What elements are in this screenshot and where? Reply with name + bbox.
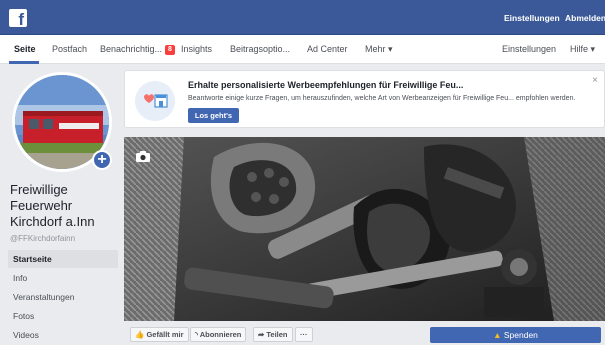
add-profile-picture-icon[interactable]: + [92,150,112,170]
tab-insights[interactable]: Insights [181,44,212,54]
sidebar-item-home[interactable]: Startseite [8,250,118,268]
share-arrow-icon: ➦ [258,330,265,339]
promo-title: Erhalte personalisierte Werbeempfehlunge… [188,80,464,90]
share-button[interactable]: ➦ Teilen [253,327,293,342]
like-label: Gefällt mir [146,330,184,339]
tab-help[interactable]: Hilfe ▾ [570,44,595,55]
subscribe-button[interactable]: ◝ Abonnieren [190,327,247,342]
donate-button[interactable]: ▲ Spenden [430,327,601,343]
ad-recommendation-card: Erhalte personalisierte Werbeempfehlunge… [124,70,605,128]
donate-label: Spenden [503,330,538,340]
tab-post-options[interactable]: Beitragsoptio... [230,44,290,54]
rss-icon: ◝ [195,330,198,339]
subscribe-label: Abonnieren [199,330,242,339]
page-tab-bar: Seite Postfach Benachrichtig... 8 Insight… [0,35,605,64]
page-action-bar: 👍 Gefällt mir ◝ Abonnieren ➦ Teilen ··· … [124,321,605,345]
sidebar-item-info[interactable]: Info [8,269,118,287]
get-started-button[interactable]: Los geht's [188,108,239,123]
more-options-button[interactable]: ··· [295,327,313,342]
sidebar-item-events[interactable]: Veranstaltungen [8,288,118,306]
sidebar-item-photos[interactable]: Fotos [8,307,118,325]
warning-triangle-icon: ▲ [493,330,502,340]
like-button[interactable]: 👍 Gefällt mir [130,327,189,342]
tab-inbox[interactable]: Postfach [52,44,87,54]
tab-ad-center[interactable]: Ad Center [307,44,348,54]
tab-notifications-label: Benachrichtig... [100,44,163,54]
page-handle[interactable]: @FFKirchdorfainn [10,234,75,243]
notification-count-badge: 8 [165,45,175,55]
thumbs-up-icon: 👍 [135,330,145,339]
ad-suggestion-icon [135,81,175,121]
page-title[interactable]: Freiwillige Feuerwehr Kirchdorf a.Inn [10,182,118,230]
left-sidebar: + Freiwillige Feuerwehr Kirchdorf a.Inn … [0,64,120,345]
cover-photo[interactable] [124,137,605,321]
share-label: Teilen [266,330,288,339]
tab-notifications[interactable]: Benachrichtig... 8 [100,44,175,55]
rescue-tools-cover-image-icon [124,137,605,321]
sidebar-item-videos[interactable]: Videos [8,326,118,344]
camera-icon[interactable] [136,151,150,162]
facebook-logo-icon[interactable]: f [9,9,27,27]
tab-more[interactable]: Mehr ▾ [365,44,393,55]
top-navigation-bar: f Einstellungen Abmelden [0,0,605,35]
tab-settings[interactable]: Einstellungen [502,44,556,54]
tab-page[interactable]: Seite [14,44,36,54]
close-icon[interactable]: × [592,75,598,86]
top-settings-link[interactable]: Einstellungen [504,13,560,23]
promo-description: Beantworte einige kurze Fragen, um herau… [188,95,576,102]
logout-link[interactable]: Abmelden [565,13,605,23]
